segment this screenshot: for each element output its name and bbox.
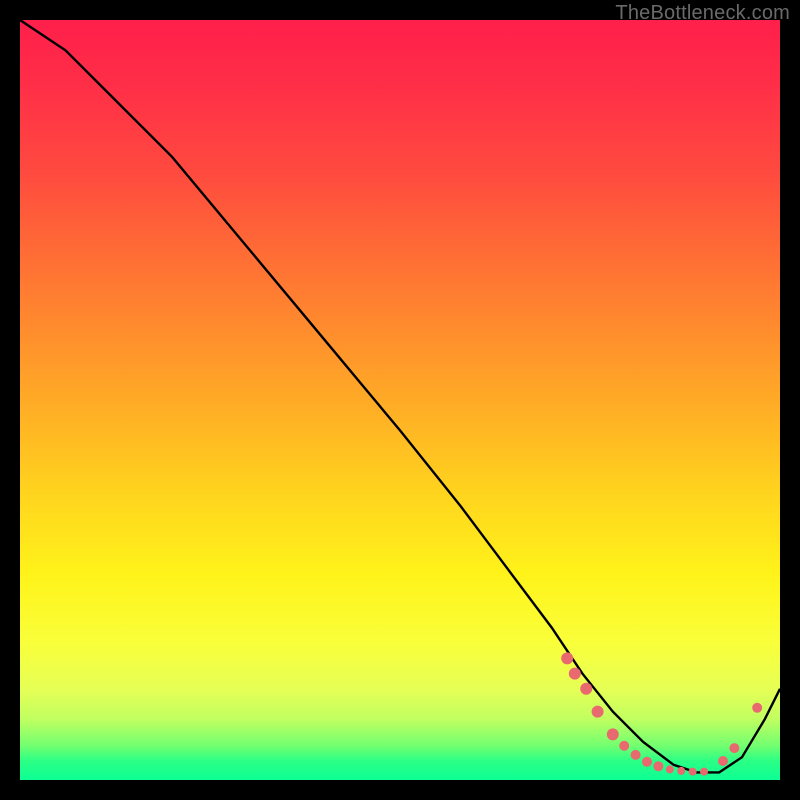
chart-svg	[20, 20, 780, 780]
data-marker	[592, 706, 604, 718]
data-marker	[666, 765, 674, 773]
data-marker	[619, 741, 629, 751]
data-marker	[729, 743, 739, 753]
bottleneck-curve	[20, 20, 780, 772]
data-marker	[752, 703, 762, 713]
watermark-text: TheBottleneck.com	[615, 2, 790, 25]
chart-frame: TheBottleneck.com	[0, 0, 800, 800]
data-marker	[631, 750, 641, 760]
data-marker	[653, 761, 663, 771]
data-marker	[569, 668, 581, 680]
data-marker	[580, 683, 592, 695]
data-marker	[642, 757, 652, 767]
plot-area	[20, 20, 780, 780]
data-marker	[700, 768, 708, 776]
data-marker	[607, 728, 619, 740]
data-marker	[677, 767, 685, 775]
data-marker	[561, 652, 573, 664]
data-marker	[689, 768, 697, 776]
data-marker	[718, 756, 728, 766]
